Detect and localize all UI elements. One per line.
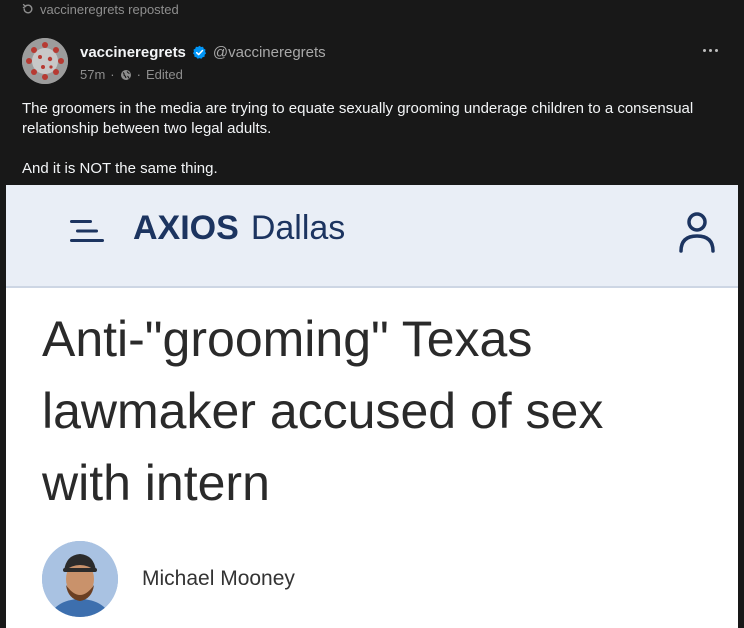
post-body: The groomers in the media are trying to … bbox=[22, 99, 722, 179]
article-headline: Anti-"grooming" Texas lawmaker accused o… bbox=[42, 311, 604, 511]
dot bbox=[714, 48, 718, 52]
display-name[interactable]: vaccineregrets bbox=[80, 44, 186, 61]
edited-label[interactable]: Edited bbox=[146, 67, 183, 82]
name-row: vaccineregrets @vaccineregrets bbox=[80, 44, 326, 61]
avatar[interactable] bbox=[22, 38, 68, 84]
verified-badge-icon bbox=[192, 45, 206, 59]
post-meta: 57m · · Edited bbox=[80, 67, 183, 82]
author-photo bbox=[42, 541, 118, 617]
axios-site-header: AXIOS Dallas bbox=[6, 185, 738, 288]
author-avatar bbox=[42, 541, 118, 617]
post-time[interactable]: 57m bbox=[80, 67, 105, 82]
meta-separator: · bbox=[110, 67, 115, 82]
outlet-name: AXIOS bbox=[133, 209, 239, 247]
globe-icon bbox=[120, 69, 131, 80]
outlet-city: Dallas bbox=[250, 209, 346, 247]
dot bbox=[708, 48, 712, 52]
axios-logo: AXIOS Dallas bbox=[133, 209, 345, 248]
meta-separator-2: · bbox=[136, 67, 141, 82]
user-account-icon bbox=[679, 212, 715, 253]
repost-icon bbox=[22, 3, 33, 14]
author-name: Michael Mooney bbox=[142, 567, 295, 590]
repost-label: vaccineregrets reposted bbox=[40, 1, 179, 17]
virus-avatar-icon bbox=[22, 38, 68, 84]
repost-indicator[interactable]: vaccineregrets reposted bbox=[22, 0, 179, 18]
hamburger-menu-icon bbox=[70, 220, 104, 242]
embedded-article-screenshot[interactable]: AXIOS Dallas Anti-"grooming" Texas lawma… bbox=[6, 185, 738, 628]
more-options-icon[interactable] bbox=[698, 42, 722, 58]
post-paragraph-2: And it is NOT the same thing. bbox=[22, 160, 218, 177]
user-handle[interactable]: @vaccineregrets bbox=[213, 44, 326, 61]
dot bbox=[702, 48, 706, 52]
post-header: vaccineregrets @vaccineregrets 57m · · E… bbox=[22, 38, 722, 86]
post-paragraph-1: The groomers in the media are trying to … bbox=[22, 100, 694, 137]
article-author: Michael Mooney bbox=[42, 541, 295, 617]
